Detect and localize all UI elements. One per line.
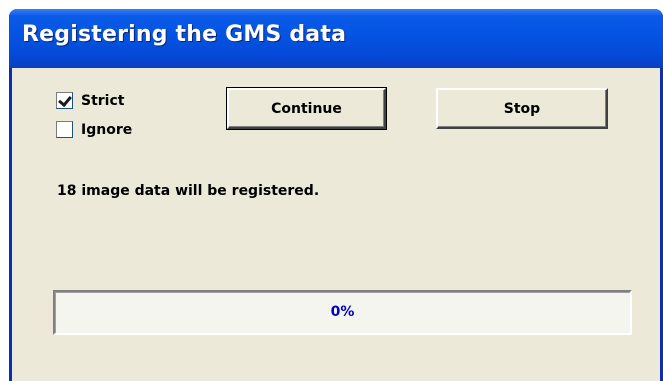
strict-checkbox[interactable]	[56, 92, 73, 109]
continue-button[interactable]: Continue	[226, 87, 387, 130]
ignore-label[interactable]: Ignore	[81, 122, 132, 138]
ignore-checkbox[interactable]	[56, 121, 73, 138]
title-bar[interactable]: Registering the GMS data	[9, 9, 663, 68]
status-message: 18 image data will be registered.	[57, 183, 320, 199]
progress-bar: 0%	[53, 290, 632, 335]
dialog-window: Registering the GMS data Strict Ignore C…	[9, 9, 663, 381]
stop-button[interactable]: Stop	[436, 88, 608, 129]
strict-label[interactable]: Strict	[81, 93, 124, 109]
progress-label: 0%	[330, 304, 355, 320]
strict-option[interactable]: Strict	[56, 92, 124, 109]
ignore-option[interactable]: Ignore	[56, 121, 132, 138]
window-title: Registering the GMS data	[22, 22, 347, 47]
